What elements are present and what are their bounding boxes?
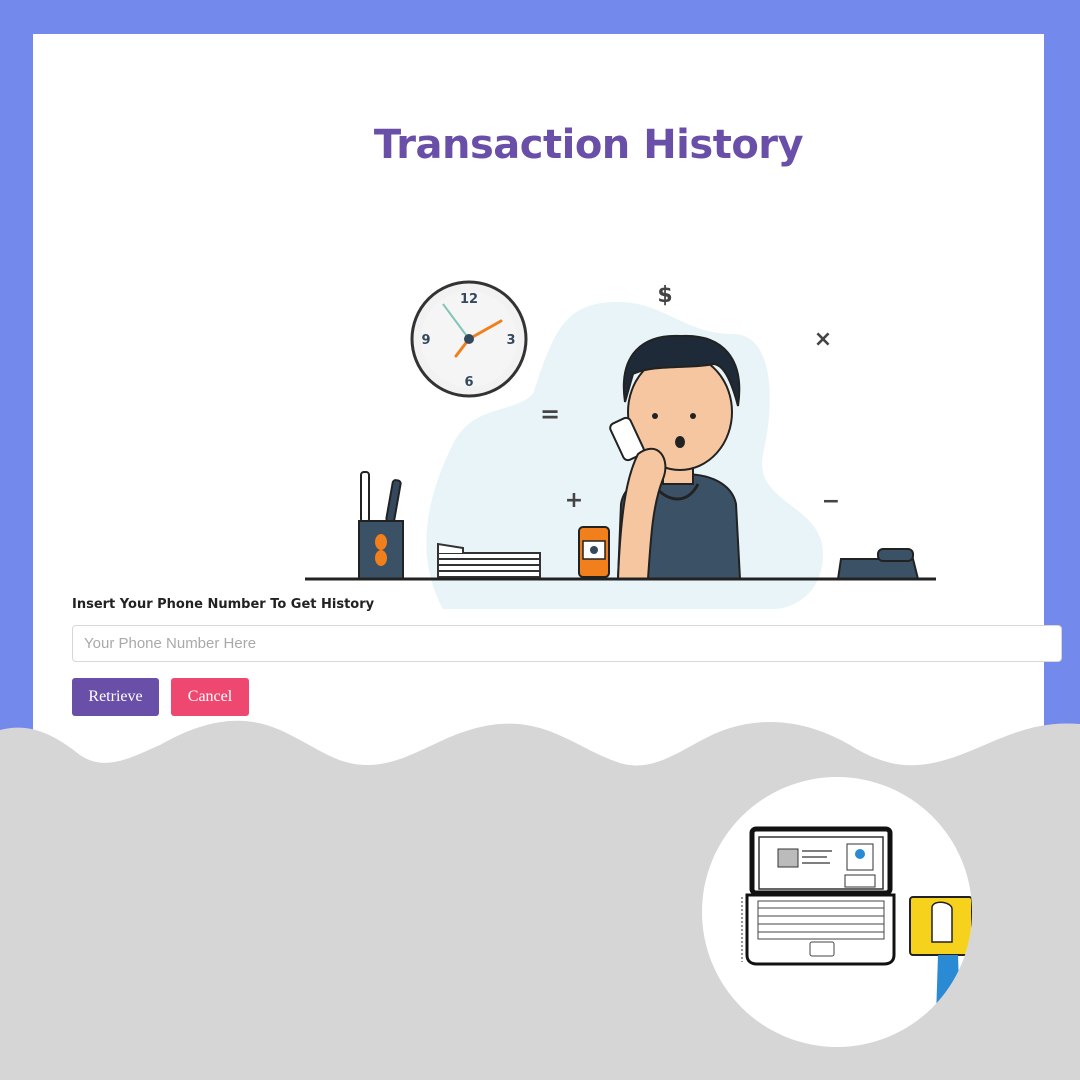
laptop-icon	[741, 826, 972, 1017]
laptop-photo	[702, 777, 972, 1047]
